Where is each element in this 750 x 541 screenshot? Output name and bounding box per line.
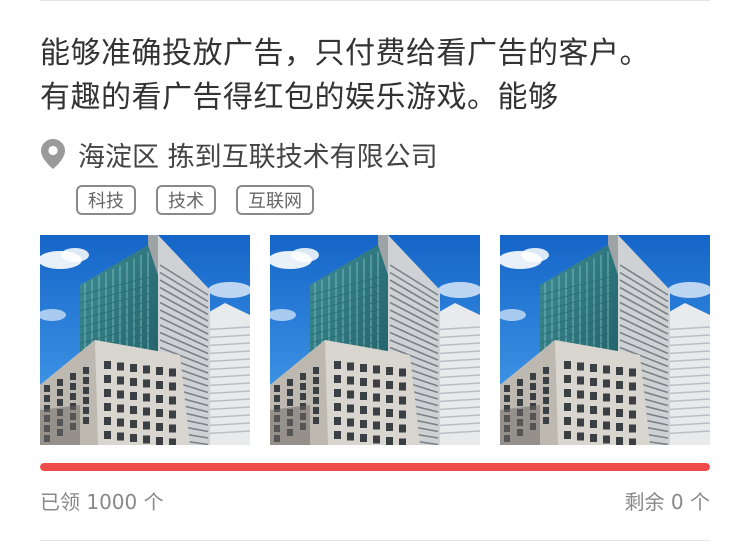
claim-stats: 已领 1000 个 剩余 0 个 <box>40 486 710 516</box>
ad-title[interactable]: 能够准确投放广告，只付费给看广告的客户。 有趣的看广告得红包的娱乐游戏。能够 <box>40 32 720 120</box>
ad-title-line-2: 有趣的看广告得红包的娱乐游戏。能够 <box>40 80 559 115</box>
top-divider <box>40 0 710 1</box>
tag-list: 科技 技术 互联网 <box>76 185 334 215</box>
remaining-count: 剩余 0 个 <box>624 490 710 514</box>
tag[interactable]: 科技 <box>76 185 136 215</box>
claim-progress-fill <box>40 463 710 471</box>
tag[interactable]: 互联网 <box>236 185 314 215</box>
photo-gallery <box>40 235 710 445</box>
office-building-photo[interactable] <box>40 235 250 445</box>
location-text: 海淀区 拣到互联技术有限公司 <box>78 141 438 173</box>
location-pin-icon <box>40 139 66 169</box>
office-building-photo[interactable] <box>500 235 710 445</box>
tag[interactable]: 技术 <box>156 185 216 215</box>
office-building-photo[interactable] <box>270 235 480 445</box>
claimed-count: 已领 1000 个 <box>40 490 164 514</box>
claim-progress-bar <box>40 463 710 471</box>
location-row: 海淀区 拣到互联技术有限公司 <box>40 134 438 174</box>
ad-title-line-1: 能够准确投放广告，只付费给看广告的客户。 <box>40 36 650 71</box>
